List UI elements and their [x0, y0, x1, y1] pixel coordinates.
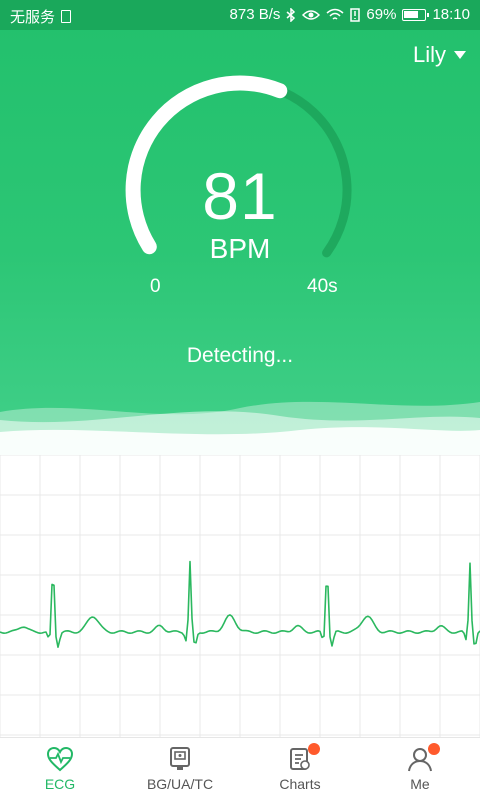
- charts-notification-badge: [308, 743, 320, 755]
- gauge-max-label: 40s: [307, 276, 338, 297]
- heart-ecg-icon: [46, 746, 74, 772]
- me-notification-badge: [428, 743, 440, 755]
- ecg-chart: [0, 454, 480, 737]
- decorative-wave: [0, 401, 480, 455]
- tab-bg-ua-tc-label: BG/UA/TC: [146, 776, 214, 792]
- bottom-tab-bar: ECG BG/UA/TC Charts Me: [0, 737, 480, 801]
- ecg-grid: [0, 454, 480, 737]
- ecg-waveform-panel: [0, 454, 480, 737]
- meter-device-icon: [170, 747, 190, 770]
- heart-rate-value: 81: [202, 159, 278, 233]
- tab-ecg-label: ECG: [44, 776, 76, 792]
- gauge-min-label: 0: [150, 276, 161, 297]
- measurement-header: 无服务 873 B/s 69% 18:10 Lily 81 BPM 0 40s …: [0, 0, 480, 455]
- tab-charts[interactable]: Charts: [240, 738, 360, 801]
- tab-charts-label: Charts: [279, 776, 321, 792]
- tab-ecg[interactable]: ECG: [0, 738, 120, 801]
- heart-rate-unit: BPM: [209, 233, 271, 264]
- tab-bg-ua-tc[interactable]: BG/UA/TC: [120, 738, 240, 801]
- tab-me[interactable]: Me: [360, 738, 480, 801]
- tab-me-label: Me: [410, 776, 430, 792]
- detecting-status: Detecting...: [186, 344, 294, 367]
